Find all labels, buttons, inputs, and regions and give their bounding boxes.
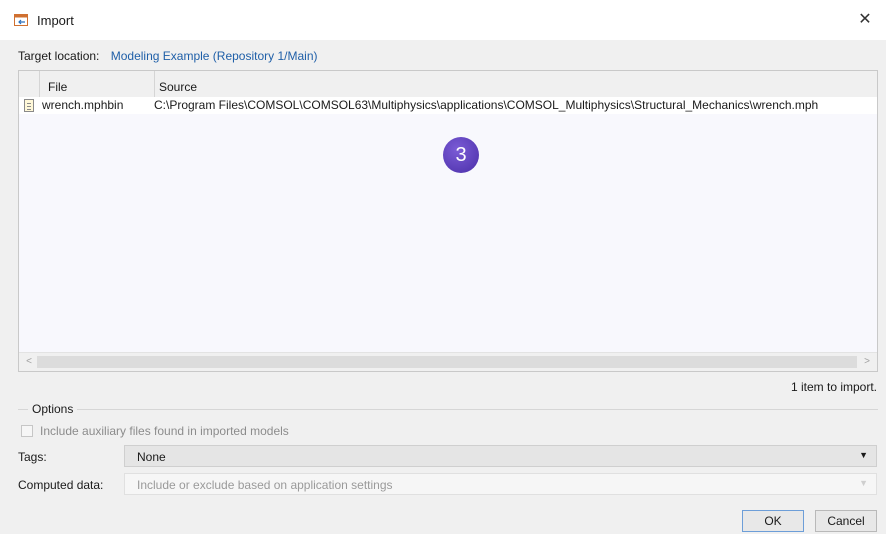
close-button[interactable]: ✕: [852, 8, 878, 32]
column-header-file[interactable]: File: [48, 71, 67, 97]
target-location: Target location: Modeling Example (Repos…: [18, 49, 318, 65]
computed-data-value: Include or exclude based on application …: [137, 478, 393, 492]
column-header-source[interactable]: Source: [159, 71, 197, 97]
chevron-down-icon: ▼: [859, 450, 868, 460]
scrollbar-thumb[interactable]: [37, 356, 857, 368]
options-divider: [18, 409, 878, 410]
import-dialog: Import ✕ Target location: Modeling Examp…: [0, 0, 886, 534]
import-icon: [14, 14, 28, 26]
scroll-left-icon[interactable]: <: [21, 355, 37, 369]
table-row[interactable]: wrench.mphbin C:\Program Files\COMSOL\CO…: [19, 97, 877, 114]
file-name-cell: wrench.mphbin: [42, 98, 124, 112]
computed-data-select[interactable]: Include or exclude based on application …: [124, 473, 877, 495]
import-table: File Source wrench.mphbin C:\Program Fil…: [18, 70, 878, 372]
table-header: File Source: [19, 71, 877, 98]
cancel-button[interactable]: Cancel: [815, 510, 877, 532]
window-title: Import: [37, 13, 74, 28]
close-icon: ✕: [858, 11, 872, 28]
tags-label: Tags:: [18, 450, 47, 464]
tags-select[interactable]: None ▼: [124, 445, 877, 467]
import-count: 1 item to import.: [790, 380, 877, 394]
options-heading: Options: [28, 402, 78, 416]
source-path-cell: C:\Program Files\COMSOL\COMSOL63\Multiph…: [154, 98, 819, 112]
include-auxiliary-label: Include auxiliary files found in importe…: [40, 424, 289, 438]
column-separator: [39, 71, 40, 97]
file-icon: [24, 99, 34, 112]
target-location-link[interactable]: Modeling Example (Repository 1/Main): [111, 49, 318, 63]
chevron-down-icon: ▼: [859, 478, 868, 488]
title-bar: Import ✕: [0, 0, 886, 40]
computed-data-label: Computed data:: [18, 478, 104, 492]
tags-value: None: [137, 450, 166, 464]
scroll-right-icon[interactable]: >: [859, 355, 875, 369]
horizontal-scrollbar[interactable]: < >: [19, 352, 877, 371]
target-location-label: Target location:: [18, 49, 100, 63]
step-badge: 3: [443, 137, 479, 173]
include-auxiliary-checkbox[interactable]: [21, 425, 33, 437]
ok-button[interactable]: OK: [742, 510, 804, 532]
column-separator[interactable]: [154, 71, 155, 97]
